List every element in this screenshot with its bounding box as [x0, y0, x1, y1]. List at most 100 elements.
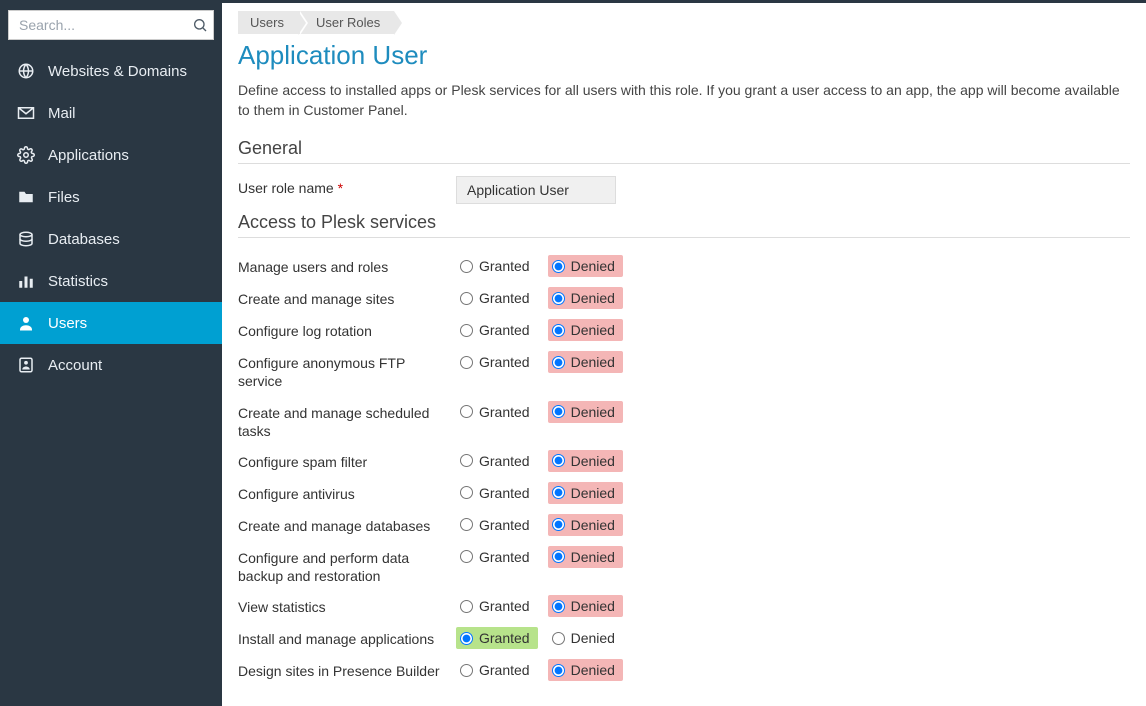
- granted-option[interactable]: Granted: [456, 659, 538, 681]
- granted-option[interactable]: Granted: [456, 514, 538, 536]
- permission-label: View statistics: [238, 595, 456, 616]
- role-name-field[interactable]: Application User: [456, 176, 616, 204]
- permission-label: Create and manage sites: [238, 287, 456, 308]
- granted-option[interactable]: Granted: [456, 319, 538, 341]
- granted-radio[interactable]: [460, 600, 473, 613]
- role-name-label: User role name *: [238, 176, 456, 196]
- sidebar-item-mail[interactable]: Mail: [0, 92, 222, 134]
- sidebar-item-label: Mail: [48, 105, 76, 122]
- permission-label: Configure antivirus: [238, 482, 456, 503]
- permission-label: Configure spam filter: [238, 450, 456, 471]
- denied-radio[interactable]: [552, 550, 565, 563]
- sidebar-icon: [16, 271, 36, 291]
- denied-radio[interactable]: [552, 324, 565, 337]
- granted-option[interactable]: Granted: [456, 595, 538, 617]
- denied-label: Denied: [571, 354, 615, 370]
- denied-radio[interactable]: [552, 518, 565, 531]
- sidebar-item-label: Files: [48, 189, 80, 206]
- search-container: [0, 0, 222, 50]
- sidebar-icon: [16, 103, 36, 123]
- permission-row: Configure antivirus Granted Denied: [238, 477, 1130, 509]
- permission-options: Granted Denied: [456, 319, 623, 341]
- granted-label: Granted: [479, 404, 530, 420]
- granted-option[interactable]: Granted: [456, 401, 538, 423]
- granted-option[interactable]: Granted: [456, 287, 538, 309]
- denied-label: Denied: [571, 662, 615, 678]
- denied-radio[interactable]: [552, 632, 565, 645]
- granted-label: Granted: [479, 517, 530, 533]
- breadcrumb-item[interactable]: Users: [238, 11, 298, 34]
- denied-option[interactable]: Denied: [548, 401, 623, 423]
- permission-label: Create and manage databases: [238, 514, 456, 535]
- denied-option[interactable]: Denied: [548, 514, 623, 536]
- sidebar: Websites & Domains Mail Applications Files D…: [0, 0, 222, 706]
- sidebar-item-applications[interactable]: Applications: [0, 134, 222, 176]
- denied-radio[interactable]: [552, 292, 565, 305]
- sidebar-icon: [16, 313, 36, 333]
- sidebar-item-databases[interactable]: Databases: [0, 218, 222, 260]
- permission-options: Granted Denied: [456, 546, 623, 568]
- granted-label: Granted: [479, 354, 530, 370]
- search-icon[interactable]: [192, 17, 208, 33]
- granted-radio[interactable]: [460, 324, 473, 337]
- sidebar-item-account[interactable]: Account: [0, 344, 222, 386]
- granted-radio[interactable]: [460, 405, 473, 418]
- granted-label: Granted: [479, 258, 530, 274]
- granted-radio[interactable]: [460, 454, 473, 467]
- granted-radio[interactable]: [460, 292, 473, 305]
- main-content: UsersUser Roles Application User Define …: [222, 0, 1146, 706]
- denied-option[interactable]: Denied: [548, 319, 623, 341]
- denied-option[interactable]: Denied: [548, 255, 623, 277]
- granted-radio[interactable]: [460, 260, 473, 273]
- permission-label: Configure and perform data backup and re…: [238, 546, 456, 585]
- sidebar-item-label: Applications: [48, 147, 129, 164]
- section-general-title: General: [238, 138, 1130, 164]
- denied-radio[interactable]: [552, 405, 565, 418]
- granted-radio[interactable]: [460, 632, 473, 645]
- permissions-list: Manage users and rolesGrantedDeniedCreat…: [238, 250, 1130, 686]
- denied-option[interactable]: Denied: [548, 659, 623, 681]
- granted-label: Granted: [479, 662, 530, 678]
- permission-row: Create and manage sites Granted Denied: [238, 282, 1130, 314]
- granted-option[interactable]: Granted: [456, 255, 538, 277]
- denied-option[interactable]: Denied: [548, 450, 623, 472]
- granted-option[interactable]: Granted: [456, 627, 538, 649]
- denied-radio[interactable]: [552, 600, 565, 613]
- granted-radio[interactable]: [460, 486, 473, 499]
- granted-option[interactable]: Granted: [456, 450, 538, 472]
- denied-radio[interactable]: [552, 454, 565, 467]
- granted-radio[interactable]: [460, 550, 473, 563]
- permission-row: Configure and perform data backup and re…: [238, 541, 1130, 590]
- denied-option[interactable]: Denied: [548, 595, 623, 617]
- permission-row: Configure log rotationGrantedDenied: [238, 314, 1130, 346]
- breadcrumb-item[interactable]: User Roles: [298, 11, 394, 34]
- denied-option[interactable]: Denied: [548, 546, 623, 568]
- section-access-title: Access to Plesk services: [238, 212, 1130, 238]
- denied-option[interactable]: Denied: [548, 351, 623, 373]
- sidebar-item-users[interactable]: Users: [0, 302, 222, 344]
- denied-option[interactable]: Denied: [548, 287, 623, 309]
- granted-radio[interactable]: [460, 518, 473, 531]
- granted-radio[interactable]: [460, 664, 473, 677]
- denied-radio[interactable]: [552, 260, 565, 273]
- denied-option[interactable]: Denied: [548, 482, 623, 504]
- permission-options: Granted Denied: [456, 351, 623, 373]
- search-input[interactable]: [8, 10, 214, 40]
- permission-row: Manage users and rolesGrantedDenied: [238, 250, 1130, 282]
- granted-label: Granted: [479, 485, 530, 501]
- denied-radio[interactable]: [552, 664, 565, 677]
- permission-options: Granted Denied: [456, 514, 623, 536]
- granted-option[interactable]: Granted: [456, 351, 538, 373]
- role-name-row: User role name * Application User: [238, 176, 1130, 204]
- granted-label: Granted: [479, 290, 530, 306]
- granted-option[interactable]: Granted: [456, 546, 538, 568]
- granted-option[interactable]: Granted: [456, 482, 538, 504]
- sidebar-item-statistics[interactable]: Statistics: [0, 260, 222, 302]
- sidebar-item-files[interactable]: Files: [0, 176, 222, 218]
- sidebar-item-websites-domains[interactable]: Websites & Domains: [0, 50, 222, 92]
- denied-option[interactable]: Denied: [548, 627, 623, 649]
- denied-radio[interactable]: [552, 486, 565, 499]
- permission-label: Create and manage scheduled tasks: [238, 401, 456, 440]
- denied-radio[interactable]: [552, 356, 565, 369]
- granted-radio[interactable]: [460, 356, 473, 369]
